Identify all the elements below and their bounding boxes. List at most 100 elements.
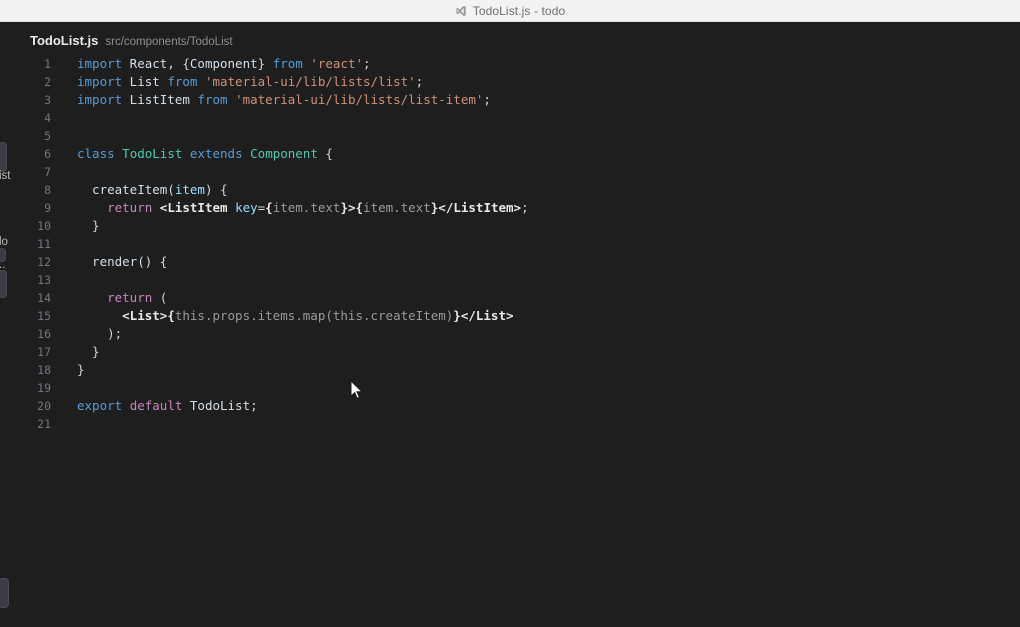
- line-number: 8: [0, 181, 51, 199]
- code-text[interactable]: import ListItem from 'material-ui/lib/li…: [77, 91, 491, 109]
- code-line[interactable]: 4: [0, 109, 1020, 127]
- code-line[interactable]: 19: [0, 379, 1020, 397]
- code-text[interactable]: export default TodoList;: [77, 397, 258, 415]
- code-text[interactable]: import React, {Component} from 'react';: [77, 55, 371, 73]
- vscode-window: TodoList.js - todo TodoList.js src/compo…: [0, 0, 1020, 627]
- window-title: TodoList.js - todo: [473, 4, 566, 18]
- code-line[interactable]: 21: [0, 415, 1020, 433]
- code-token: item.text: [273, 200, 341, 215]
- code-token: import: [77, 92, 122, 107]
- code-token: }: [340, 200, 348, 215]
- code-token: ;: [250, 398, 258, 413]
- code-line[interactable]: 7: [0, 163, 1020, 181]
- code-token: [77, 200, 107, 215]
- code-editor[interactable]: 1 import React, {Component} from 'react';…: [0, 55, 1020, 627]
- code-line[interactable]: 13: [0, 271, 1020, 289]
- code-line[interactable]: 5: [0, 127, 1020, 145]
- code-line[interactable]: 1 import React, {Component} from 'react';: [0, 55, 1020, 73]
- offscreen-panel-edge-box: [0, 578, 9, 608]
- code-token: [265, 56, 273, 71]
- code-line[interactable]: 6 class TodoList extends Component {: [0, 145, 1020, 163]
- code-line[interactable]: 10 }: [0, 217, 1020, 235]
- code-token: return: [107, 290, 152, 305]
- code-line[interactable]: 14 return (: [0, 289, 1020, 307]
- code-text[interactable]: return (: [77, 289, 167, 307]
- code-text[interactable]: render() {: [77, 253, 167, 271]
- offscreen-panel-edge-box: [0, 270, 7, 298]
- code-text[interactable]: createItem(item) {: [77, 181, 228, 199]
- code-line[interactable]: 9 return <ListItem key={item.text}>{item…: [0, 199, 1020, 217]
- line-number: 16: [0, 325, 51, 343]
- code-token: extends: [190, 146, 243, 161]
- code-token: 'material-ui/lib/lists/list-item': [235, 92, 483, 107]
- line-number: 17: [0, 343, 51, 361]
- code-text[interactable]: }: [77, 217, 100, 235]
- code-line[interactable]: 20export default TodoList;: [0, 397, 1020, 415]
- line-number: 1: [0, 55, 51, 73]
- breadcrumb-file-name[interactable]: TodoList.js: [30, 33, 98, 48]
- code-token: [77, 308, 122, 323]
- code-token: {: [167, 308, 175, 323]
- code-token: TodoList: [122, 146, 182, 161]
- line-number: 6: [0, 145, 51, 163]
- line-number: 10: [0, 217, 51, 235]
- code-token: from: [167, 74, 197, 89]
- code-line[interactable]: 3 import ListItem from 'material-ui/lib/l…: [0, 91, 1020, 109]
- code-token: 'material-ui/lib/lists/list': [205, 74, 416, 89]
- code-token: {: [356, 200, 364, 215]
- code-token: </ListItem>: [438, 200, 521, 215]
- code-token: createItem(: [77, 182, 175, 197]
- window-titlebar[interactable]: TodoList.js - todo: [0, 0, 1020, 22]
- code-token: Component: [190, 56, 258, 71]
- line-number: 12: [0, 253, 51, 271]
- code-token: <List>: [122, 308, 167, 323]
- line-number: 4: [0, 109, 51, 127]
- code-text[interactable]: class TodoList extends Component {: [77, 145, 333, 163]
- code-token: {: [318, 146, 333, 161]
- code-token: );: [77, 326, 122, 341]
- code-token: [77, 290, 107, 305]
- code-line[interactable]: 11: [0, 235, 1020, 253]
- code-token: }: [77, 344, 100, 359]
- breadcrumb[interactable]: TodoList.js src/components/TodoList: [30, 33, 233, 48]
- line-number: 21: [0, 415, 51, 433]
- line-number: 15: [0, 307, 51, 325]
- code-line[interactable]: 17 }: [0, 343, 1020, 361]
- code-line[interactable]: 2import List from 'material-ui/lib/lists…: [0, 73, 1020, 91]
- code-token: {: [265, 200, 273, 215]
- offscreen-panel-edge-text: ..: [0, 259, 5, 271]
- code-text[interactable]: );: [77, 325, 122, 343]
- code-token: TodoList: [182, 398, 250, 413]
- code-token: [228, 92, 236, 107]
- code-text[interactable]: }: [77, 361, 85, 379]
- code-token: ;: [483, 92, 491, 107]
- code-token: 'react': [310, 56, 363, 71]
- code-token: return: [107, 200, 152, 215]
- code-text[interactable]: return <ListItem key={item.text}>{item.t…: [77, 199, 529, 217]
- code-token: [122, 398, 130, 413]
- code-token: import: [77, 74, 122, 89]
- line-number: 9: [0, 199, 51, 217]
- code-token: }: [77, 218, 100, 233]
- code-token: key: [235, 200, 258, 215]
- offscreen-panel-edge-text: ist: [0, 170, 11, 182]
- code-line[interactable]: 16 );: [0, 325, 1020, 343]
- code-token: ;: [416, 74, 424, 89]
- code-token: this.props.items.map(this.createItem): [175, 308, 453, 323]
- titlebar-content: TodoList.js - todo: [455, 4, 566, 18]
- code-text[interactable]: }: [77, 343, 100, 361]
- code-line[interactable]: 15 <List>{this.props.items.map(this.crea…: [0, 307, 1020, 325]
- code-line[interactable]: 12 render() {: [0, 253, 1020, 271]
- breadcrumb-path[interactable]: src/components/TodoList: [105, 36, 232, 48]
- code-token: <ListItem: [160, 200, 228, 215]
- line-number: 3: [0, 91, 51, 109]
- code-text[interactable]: import List from 'material-ui/lib/lists/…: [77, 73, 423, 91]
- code-line[interactable]: 18}: [0, 361, 1020, 379]
- code-line[interactable]: 8 createItem(item) {: [0, 181, 1020, 199]
- code-token: item.text: [363, 200, 431, 215]
- code-text[interactable]: <List>{this.props.items.map(this.createI…: [77, 307, 514, 325]
- code-token: ;: [521, 200, 529, 215]
- code-token: [228, 200, 236, 215]
- code-token: import: [77, 56, 122, 71]
- code-token: from: [197, 92, 227, 107]
